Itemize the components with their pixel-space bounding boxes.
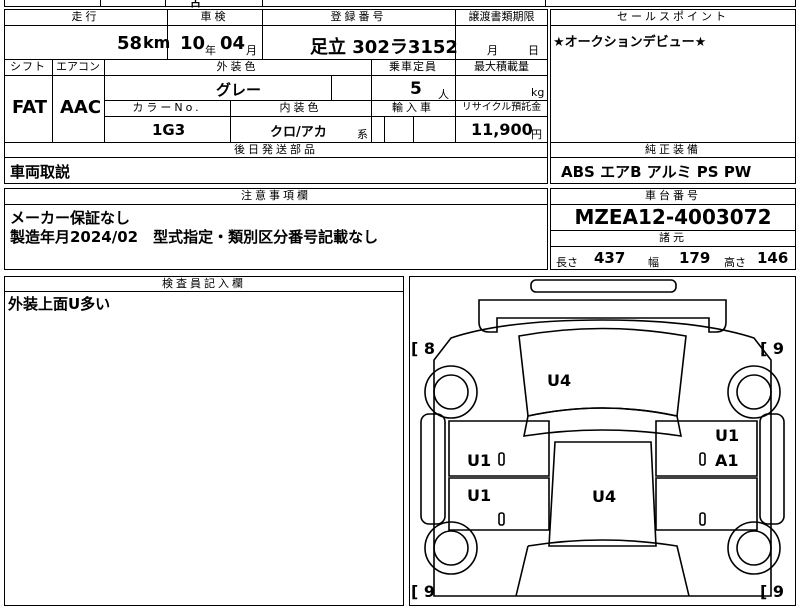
chassis-number: MZEA12-4003072 bbox=[574, 205, 772, 229]
exterior-color-header: 外装色 bbox=[216, 60, 259, 73]
row-line bbox=[4, 25, 548, 26]
inspection-year: 10 bbox=[180, 33, 206, 54]
mileage-value: 58 bbox=[117, 33, 143, 54]
inspection-month: 04 bbox=[220, 33, 246, 54]
length-value: 437 bbox=[594, 249, 626, 267]
max-load-unit: kg bbox=[531, 86, 545, 99]
import-header: 輸入車 bbox=[392, 101, 434, 114]
inspector-header: 検査員記入欄 bbox=[162, 277, 246, 290]
transfer-day-unit: 日 bbox=[528, 44, 539, 57]
inspection-month-unit: 月 bbox=[246, 44, 257, 57]
interior-color-header: 内装色 bbox=[279, 101, 322, 114]
top-strip-text: 古 bbox=[190, 0, 201, 9]
later-parts-header: 後日発送部品 bbox=[234, 143, 318, 156]
width-label: 幅 bbox=[648, 256, 659, 269]
later-parts-value: 車両取説 bbox=[10, 163, 71, 181]
hood-label: U4 bbox=[547, 371, 572, 390]
tire-front-right-label: [ 9 bbox=[760, 339, 785, 358]
registration-header: 登録番号 bbox=[330, 10, 387, 23]
color-no-header: カラーNo. bbox=[132, 101, 202, 114]
sales-point-text: ★オークションデビュー★ bbox=[553, 35, 707, 50]
inspection-header: 車検 bbox=[200, 10, 229, 23]
right-front-door-label-2: A1 bbox=[715, 451, 739, 470]
tire-rear-left-label: [ 9 bbox=[411, 582, 436, 601]
dimensions-header: 諸元 bbox=[659, 231, 687, 244]
left-front-door-label: U1 bbox=[467, 451, 492, 470]
top-strip-divider bbox=[545, 0, 546, 7]
mileage-unit: km bbox=[143, 33, 171, 52]
row-line bbox=[550, 157, 796, 158]
transfer-docs-header: 譲渡書類期限 bbox=[468, 10, 535, 23]
capacity-value: 5 bbox=[410, 79, 422, 99]
row-line bbox=[4, 157, 548, 158]
length-label: 長さ bbox=[556, 256, 578, 269]
interior-color-suffix: 系 bbox=[357, 128, 368, 141]
shift-header: シフト bbox=[10, 60, 46, 73]
col-line bbox=[384, 116, 385, 142]
row-line bbox=[550, 25, 796, 26]
roof-label: U4 bbox=[592, 487, 617, 506]
inspector-box bbox=[4, 276, 404, 606]
tire-front-left-label: [ 8 bbox=[411, 339, 436, 358]
right-front-door-label-1: U1 bbox=[715, 426, 740, 445]
capacity-header: 乗車定員 bbox=[389, 60, 437, 73]
mileage-header: 走行 bbox=[71, 10, 100, 23]
aircon-value: AAC bbox=[60, 97, 102, 118]
inspection-year-unit: 年 bbox=[205, 44, 216, 57]
registration-number: 足立 302ラ3152 bbox=[310, 37, 458, 58]
width-value: 179 bbox=[679, 249, 711, 267]
row-line bbox=[550, 246, 796, 247]
tire-rear-right-label: [ 9 bbox=[760, 582, 785, 601]
shift-value: FAT bbox=[12, 97, 48, 118]
height-label: 高さ bbox=[724, 256, 746, 269]
exterior-color-value: グレー bbox=[216, 81, 262, 99]
notes-line-1: メーカー保証なし bbox=[10, 209, 131, 227]
recycle-unit: 円 bbox=[531, 128, 542, 141]
color-no-value: 1G3 bbox=[152, 121, 186, 139]
col-line bbox=[331, 75, 332, 100]
row-line bbox=[104, 116, 548, 117]
height-value: 146 bbox=[757, 249, 789, 267]
recycle-header: リサイクル預託金 bbox=[461, 102, 542, 113]
notes-line-2: 製造年月2024/02 型式指定・類別区分番号記載なし bbox=[10, 228, 379, 246]
genuine-equipment-header: 純正装備 bbox=[645, 143, 701, 156]
notes-header: 注意事項欄 bbox=[241, 189, 311, 202]
chassis-header: 車台番号 bbox=[645, 189, 701, 202]
top-strip-divider bbox=[165, 0, 166, 7]
left-rear-door-label: U1 bbox=[467, 486, 492, 505]
recycle-value: 11,900 bbox=[471, 120, 533, 139]
transfer-month-unit: 月 bbox=[487, 44, 498, 57]
top-strip-divider bbox=[100, 0, 101, 7]
col-line bbox=[413, 116, 414, 142]
row-line bbox=[4, 75, 548, 76]
aircon-header: エアコン bbox=[56, 60, 100, 73]
top-strip bbox=[4, 0, 796, 7]
top-strip-divider bbox=[262, 0, 263, 7]
row-line bbox=[4, 291, 404, 292]
max-load-header: 最大積載量 bbox=[474, 60, 529, 73]
genuine-equipment-value: ABS エアB アルミ PS PW bbox=[561, 163, 752, 181]
interior-color-value: クロ/アカ bbox=[270, 125, 327, 140]
row-line bbox=[4, 204, 548, 205]
inspector-text: 外装上面U多い bbox=[8, 295, 111, 313]
sales-point-header: セールスポイント bbox=[617, 10, 729, 23]
